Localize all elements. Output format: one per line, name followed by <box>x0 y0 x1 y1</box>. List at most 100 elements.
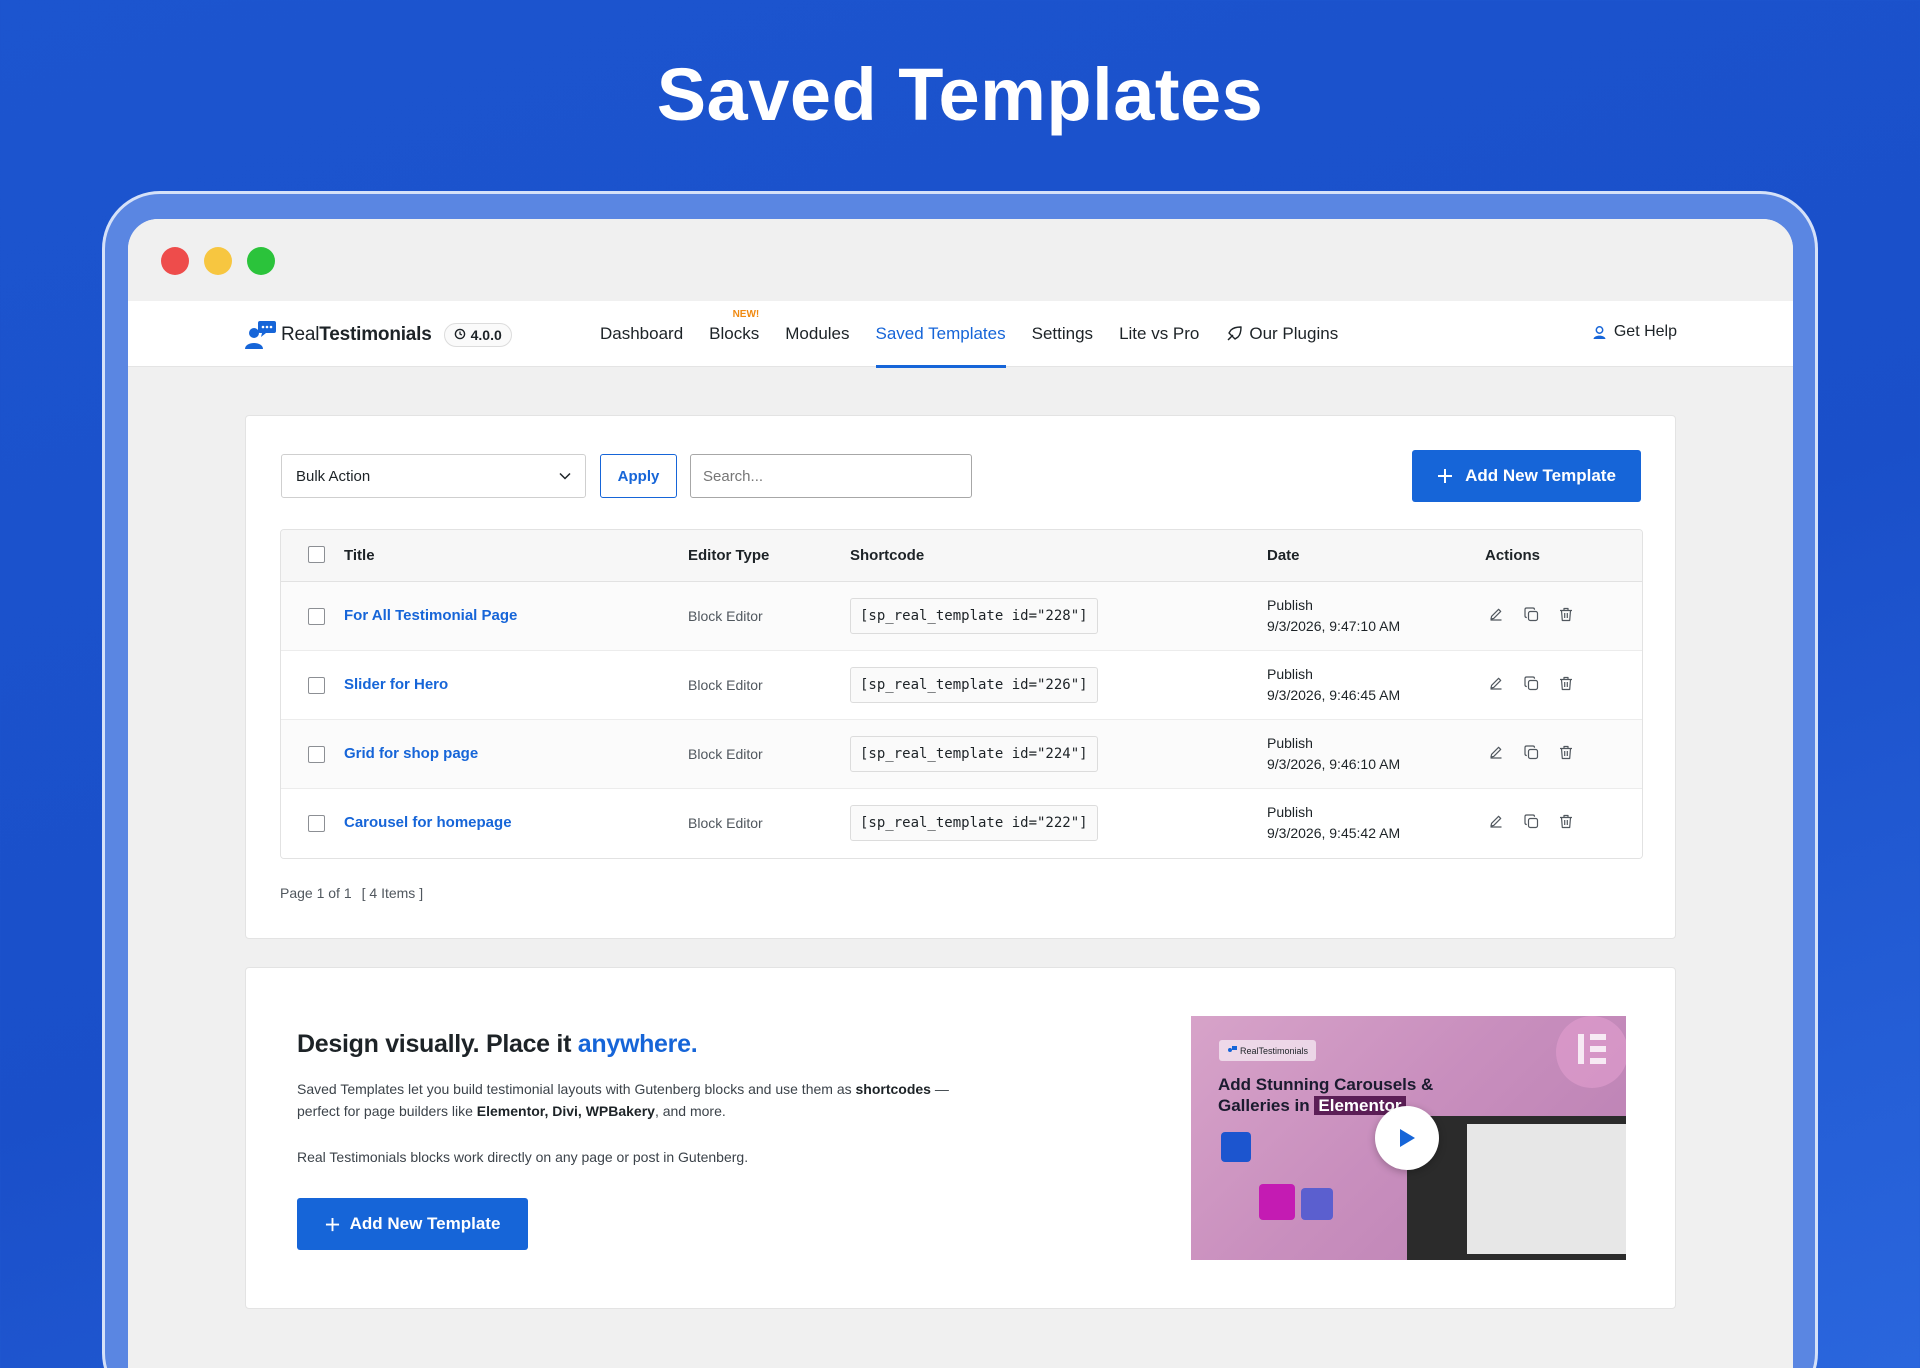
nav-modules-label: Modules <box>785 324 850 343</box>
publish-date: Publish 9/3/2026, 9:47:10 AM <box>1267 595 1400 637</box>
row-checkbox[interactable] <box>308 608 325 625</box>
get-help-link[interactable]: Get Help <box>1592 323 1677 341</box>
new-badge: NEW! <box>732 309 760 320</box>
shortcode-value[interactable]: [sp_real_template id="222"] <box>850 805 1098 841</box>
minimize-window-button[interactable] <box>204 247 232 275</box>
table-row: For All Testimonial Page Block Editor [s… <box>281 582 1642 651</box>
top-navigation: RealTestimonials 4.0.0 Dashboard Blocks N… <box>128 301 1793 368</box>
bulk-action-value: Bulk Action <box>296 467 371 485</box>
bulk-action-select[interactable]: Bulk Action <box>281 454 586 498</box>
apply-button[interactable]: Apply <box>600 454 677 498</box>
template-title-link[interactable]: Grid for shop page <box>344 745 478 762</box>
elementor-icon <box>1556 1016 1626 1088</box>
nav-dashboard-label: Dashboard <box>600 324 684 343</box>
trash-icon[interactable] <box>1555 672 1577 694</box>
plus-icon <box>325 1217 340 1232</box>
add-new-template-label: Add New Template <box>1465 466 1616 485</box>
promo-heading: Design visually. Place it anywhere. <box>297 1030 698 1059</box>
brand-logo[interactable]: RealTestimonials 4.0.0 <box>244 320 512 350</box>
hero-title: Saved Templates <box>656 53 1264 136</box>
nav-blocks[interactable]: Blocks NEW! <box>709 301 759 367</box>
shortcode-value[interactable]: [sp_real_template id="224"] <box>850 736 1098 772</box>
trash-icon[interactable] <box>1555 603 1577 625</box>
template-title-link[interactable]: For All Testimonial Page <box>344 607 517 624</box>
nav-blocks-label: Blocks <box>709 324 760 343</box>
main-nav: Dashboard Blocks NEW! Modules Saved Templ… <box>600 301 1364 368</box>
promo-add-template-button[interactable]: Add New Template <box>297 1198 528 1250</box>
publish-date: Publish 9/3/2026, 9:46:10 AM <box>1267 733 1400 775</box>
column-editor-type: Editor Type <box>688 547 770 564</box>
search-input[interactable] <box>690 454 972 498</box>
publish-date: Publish 9/3/2026, 9:45:42 AM <box>1267 802 1400 844</box>
row-checkbox[interactable] <box>308 677 325 694</box>
row-checkbox[interactable] <box>308 815 325 832</box>
duplicate-icon[interactable] <box>1520 603 1542 625</box>
promo-heading-main: Design visually. Place it <box>297 1030 578 1058</box>
close-window-button[interactable] <box>161 247 189 275</box>
pager-items: [ 4 Items ] <box>361 885 424 901</box>
publish-datetime: 9/3/2026, 9:46:45 AM <box>1267 687 1401 703</box>
promo-description: Saved Templates let you build testimonia… <box>297 1078 977 1122</box>
promo-text-a: Saved Templates let you build testimonia… <box>297 1081 856 1097</box>
promo-card: Design visually. Place it anywhere. Save… <box>245 967 1676 1309</box>
nav-settings[interactable]: Settings <box>1032 301 1093 367</box>
divi-icon <box>1301 1188 1333 1220</box>
trash-icon[interactable] <box>1555 810 1577 832</box>
nav-dashboard[interactable]: Dashboard <box>600 301 683 367</box>
publish-datetime: 9/3/2026, 9:46:10 AM <box>1267 756 1401 772</box>
support-user-icon <box>1592 325 1607 340</box>
template-title-link[interactable]: Carousel for homepage <box>344 814 512 831</box>
video-title-line-2: Galleries in <box>1218 1096 1315 1115</box>
promo-text-d: Elementor, Divi, WPBakery <box>476 1103 655 1119</box>
chevron-down-icon <box>559 472 571 480</box>
row-actions <box>1485 603 1577 625</box>
edit-icon[interactable] <box>1485 810 1507 832</box>
pagination-info: Page 1 of 1 [ 4 Items ] <box>280 885 433 901</box>
video-title-line-1: Add Stunning Carousels & <box>1218 1075 1434 1094</box>
nav-saved-templates-label: Saved Templates <box>875 324 1006 343</box>
nav-modules[interactable]: Modules <box>785 301 849 367</box>
column-shortcode: Shortcode <box>850 547 925 564</box>
publish-status: Publish <box>1267 735 1313 751</box>
duplicate-icon[interactable] <box>1520 810 1542 832</box>
column-title: Title <box>344 547 375 564</box>
brand-square-icon <box>1221 1132 1251 1162</box>
nav-saved-templates[interactable]: Saved Templates <box>875 301 1006 368</box>
add-new-template-button[interactable]: Add New Template <box>1412 450 1641 502</box>
duplicate-icon[interactable] <box>1520 672 1542 694</box>
duplicate-icon[interactable] <box>1520 741 1542 763</box>
brand-name-light: Real <box>281 324 320 345</box>
column-actions: Actions <box>1485 547 1541 564</box>
window-titlebar <box>128 219 1793 301</box>
video-screen-preview <box>1407 1116 1626 1260</box>
app-window: RealTestimonials 4.0.0 Dashboard Blocks N… <box>128 219 1793 1368</box>
row-checkbox[interactable] <box>308 746 325 763</box>
nav-our-plugins-label: Our Plugins <box>1249 324 1339 343</box>
trash-icon[interactable] <box>1555 741 1577 763</box>
video-brand-text: RealTestimonials <box>1240 1045 1309 1056</box>
select-all-checkbox[interactable] <box>308 546 325 563</box>
editor-type: Block Editor <box>688 608 763 624</box>
video-brand-logo: RealTestimonials <box>1219 1040 1317 1061</box>
promo-heading-accent: anywhere. <box>577 1030 698 1058</box>
nav-our-plugins[interactable]: Our Plugins <box>1225 301 1338 367</box>
get-help-label: Get Help <box>1613 323 1677 340</box>
nav-lite-vs-pro[interactable]: Lite vs Pro <box>1119 301 1199 367</box>
edit-icon[interactable] <box>1485 672 1507 694</box>
elementor-square-icon <box>1259 1184 1295 1220</box>
promo-text-b: shortcodes <box>855 1081 931 1097</box>
publish-datetime: 9/3/2026, 9:45:42 AM <box>1267 825 1401 841</box>
promo-add-template-label: Add New Template <box>349 1214 501 1233</box>
video-thumbnail[interactable]: RealTestimonials Add Stunning Carousels … <box>1191 1016 1626 1260</box>
templates-card: Bulk Action Apply Add New Template Title… <box>245 415 1676 939</box>
publish-date: Publish 9/3/2026, 9:46:45 AM <box>1267 664 1400 706</box>
version-number: 4.0.0 <box>470 327 502 343</box>
shortcode-value[interactable]: [sp_real_template id="228"] <box>850 598 1098 634</box>
shortcode-value[interactable]: [sp_real_template id="226"] <box>850 667 1098 703</box>
edit-icon[interactable] <box>1485 741 1507 763</box>
play-button[interactable] <box>1375 1106 1439 1170</box>
templates-table: Title Editor Type Shortcode Date Actions… <box>280 529 1643 859</box>
maximize-window-button[interactable] <box>247 247 275 275</box>
template-title-link[interactable]: Slider for Hero <box>344 676 448 693</box>
edit-icon[interactable] <box>1485 603 1507 625</box>
